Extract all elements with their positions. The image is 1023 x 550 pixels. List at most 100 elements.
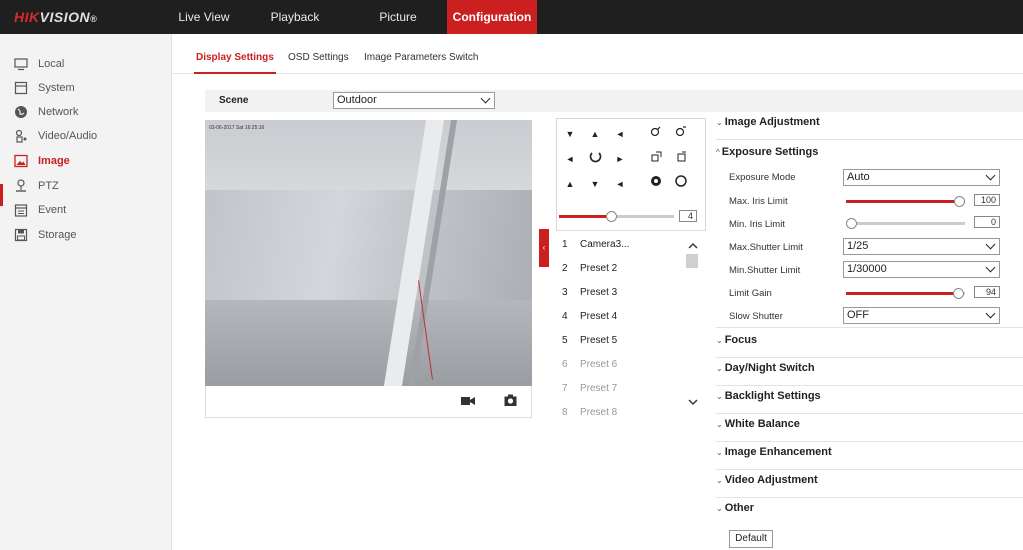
section-title[interactable]: Exposure Settings: [722, 146, 819, 158]
video-floor: [205, 300, 532, 386]
live-video-preview[interactable]: 03-06-2017 Sat 16:25:16: [205, 120, 532, 386]
section-image-adjustment[interactable]: ⌄ Image Adjustment: [716, 116, 1023, 140]
min-shutter-limit-select[interactable]: 1/30000: [843, 261, 1000, 278]
sidebar-item-ptz[interactable]: PTZ: [14, 176, 164, 196]
max-iris-limit-slider[interactable]: [846, 196, 965, 207]
ptz-speed-fill: [559, 215, 611, 218]
max-iris-limit-knob[interactable]: [954, 196, 965, 207]
scene-select[interactable]: Outdoor: [333, 92, 495, 109]
section-title: White Balance: [724, 418, 800, 430]
system-icon: [14, 81, 28, 95]
sidebar-item-storage[interactable]: Storage: [14, 225, 164, 245]
preset-name: Camera3...: [580, 239, 630, 250]
ptz-speed-slider[interactable]: [559, 211, 674, 222]
image-icon: [14, 154, 28, 168]
scroll-up-icon[interactable]: [688, 241, 698, 253]
ptz-down-right-button[interactable]: ◄: [609, 175, 631, 193]
sidebar-item-image[interactable]: Image: [14, 151, 164, 171]
chevron-down-icon: ⌄: [716, 392, 723, 401]
ptz-down-left-button[interactable]: ▲: [559, 175, 581, 193]
min-shutter-limit-label: Min.Shutter Limit: [729, 265, 801, 276]
chevron-down-icon: ⌄: [716, 118, 723, 127]
section-white-balance[interactable]: ⌄ White Balance: [716, 418, 1023, 442]
section-image-enhancement[interactable]: ⌄ Image Enhancement: [716, 446, 1023, 470]
sidebar-item-video-audio[interactable]: Video/Audio: [14, 126, 164, 146]
min-iris-limit-label: Min. Iris Limit: [729, 219, 785, 230]
section-focus[interactable]: ⌄ Focus: [716, 334, 1023, 358]
limit-gain-knob[interactable]: [953, 288, 964, 299]
section-title: Image Enhancement: [724, 446, 832, 458]
max-iris-limit-label: Max. Iris Limit: [729, 196, 788, 207]
tab-osd-settings[interactable]: OSD Settings: [288, 52, 349, 63]
max-shutter-limit-select[interactable]: 1/25: [843, 238, 1000, 255]
chevron-down-icon: ⌄: [716, 448, 723, 457]
ptz-left-button[interactable]: ◄: [559, 150, 581, 168]
sidebar-item-label: System: [38, 82, 75, 94]
focus-near-icon[interactable]: [645, 150, 667, 168]
list-item[interactable]: 6 Preset 6: [562, 359, 617, 370]
list-item[interactable]: 1 Camera3...: [562, 239, 629, 250]
zoom-in-icon[interactable]: [645, 125, 667, 143]
ptz-down-button[interactable]: ▼: [584, 175, 606, 193]
nav-live-view[interactable]: Live View: [172, 0, 236, 34]
section-video-adjustment[interactable]: ⌄ Video Adjustment: [716, 474, 1023, 498]
min-iris-limit-value[interactable]: 0: [974, 216, 1000, 228]
sidebar-item-event[interactable]: Event: [14, 200, 164, 220]
section-title: Backlight Settings: [724, 390, 821, 402]
ptz-auto-icon[interactable]: [584, 150, 606, 168]
ptz-speed-knob[interactable]: [606, 211, 617, 222]
sidebar-item-local[interactable]: Local: [14, 54, 164, 74]
ptz-up-right-button[interactable]: ◄: [609, 125, 631, 143]
min-iris-limit-knob[interactable]: [846, 218, 857, 229]
sidebar-item-network[interactable]: Network: [14, 102, 164, 122]
section-backlight-settings[interactable]: ⌄ Backlight Settings: [716, 390, 1023, 414]
ptz-icon: [14, 179, 28, 193]
sidebar-item-label: Storage: [38, 229, 77, 241]
preset-number: 4: [562, 311, 568, 322]
iris-open-icon[interactable]: [645, 175, 667, 193]
iris-close-icon[interactable]: [670, 175, 692, 193]
chevron-up-icon[interactable]: ^: [716, 148, 720, 157]
scroll-down-icon[interactable]: [688, 397, 698, 409]
list-item[interactable]: 2 Preset 2: [562, 263, 617, 274]
exposure-mode-select[interactable]: Auto: [843, 169, 1000, 186]
nav-playback[interactable]: Playback: [262, 0, 328, 34]
focus-far-icon[interactable]: [670, 150, 692, 168]
list-item[interactable]: 8 Preset 8: [562, 407, 617, 418]
tab-display-settings[interactable]: Display Settings: [196, 52, 274, 63]
list-item[interactable]: 7 Preset 7: [562, 383, 617, 394]
ptz-up-left-button[interactable]: ▼: [559, 125, 581, 143]
max-shutter-limit-label: Max.Shutter Limit: [729, 242, 803, 253]
preset-list: 1 Camera3... 2 Preset 2 3 Preset 3 4 Preset …: [556, 230, 706, 418]
tab-image-parameters-switch[interactable]: Image Parameters Switch: [364, 52, 479, 63]
limit-gain-label: Limit Gain: [729, 288, 772, 299]
list-item[interactable]: 4 Preset 4: [562, 311, 617, 322]
ptz-speed-value[interactable]: 4: [679, 210, 697, 222]
nav-picture[interactable]: Picture: [366, 0, 430, 34]
zoom-out-icon[interactable]: [670, 125, 692, 143]
default-button[interactable]: Default: [729, 530, 773, 548]
section-other[interactable]: ⌄ Other: [716, 502, 1023, 526]
chevron-down-icon: ⌄: [716, 336, 723, 345]
chevron-down-icon: [985, 262, 996, 273]
limit-gain-slider[interactable]: [846, 288, 965, 299]
sidebar-item-label: Network: [38, 106, 79, 118]
scene-row: Scene Outdoor: [205, 90, 1023, 112]
list-item[interactable]: 5 Preset 5: [562, 335, 617, 346]
nav-configuration[interactable]: Configuration: [447, 0, 537, 34]
min-iris-limit-slider[interactable]: [846, 218, 965, 229]
ptz-up-button[interactable]: ▲: [584, 125, 606, 143]
section-day-night-switch[interactable]: ⌄ Day/Night Switch: [716, 362, 1023, 386]
sidebar-item-label: PTZ: [38, 180, 59, 192]
record-icon[interactable]: [461, 395, 475, 410]
ptz-right-button[interactable]: ►: [609, 150, 631, 168]
collapse-panel-button[interactable]: ‹: [539, 229, 549, 267]
max-iris-limit-value[interactable]: 100: [974, 194, 1000, 206]
preset-scrollbar-thumb[interactable]: [686, 254, 698, 268]
snapshot-icon[interactable]: [504, 394, 517, 410]
limit-gain-value[interactable]: 94: [974, 286, 1000, 298]
list-item[interactable]: 3 Preset 3: [562, 287, 617, 298]
slow-shutter-select[interactable]: OFF: [843, 307, 1000, 324]
preset-number: 3: [562, 287, 568, 298]
sidebar-item-system[interactable]: System: [14, 78, 164, 98]
